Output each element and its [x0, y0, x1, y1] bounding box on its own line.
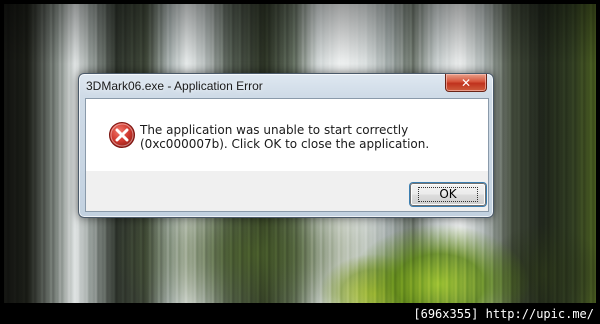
error-icon [109, 122, 135, 148]
wallpaper-shade [4, 4, 596, 64]
dialog-title: 3DMark06.exe - Application Error [86, 79, 263, 93]
image-host-footer: [696x355] http://upic.me/ [0, 303, 600, 324]
footer-text: [696x355] http://upic.me/ [413, 307, 594, 321]
desktop-wallpaper: 3DMark06.exe - Application Error ✕ The a… [4, 4, 596, 303]
ok-button[interactable]: OK [410, 183, 486, 206]
error-dialog: 3DMark06.exe - Application Error ✕ The a… [78, 73, 494, 218]
message-area: The application was unable to start corr… [86, 99, 488, 171]
ok-button-label: OK [418, 187, 478, 202]
error-message: The application was unable to start corr… [140, 123, 430, 151]
close-button[interactable]: ✕ [445, 74, 487, 92]
close-icon: ✕ [460, 75, 472, 90]
dialog-content: The application was unable to start corr… [85, 98, 489, 212]
